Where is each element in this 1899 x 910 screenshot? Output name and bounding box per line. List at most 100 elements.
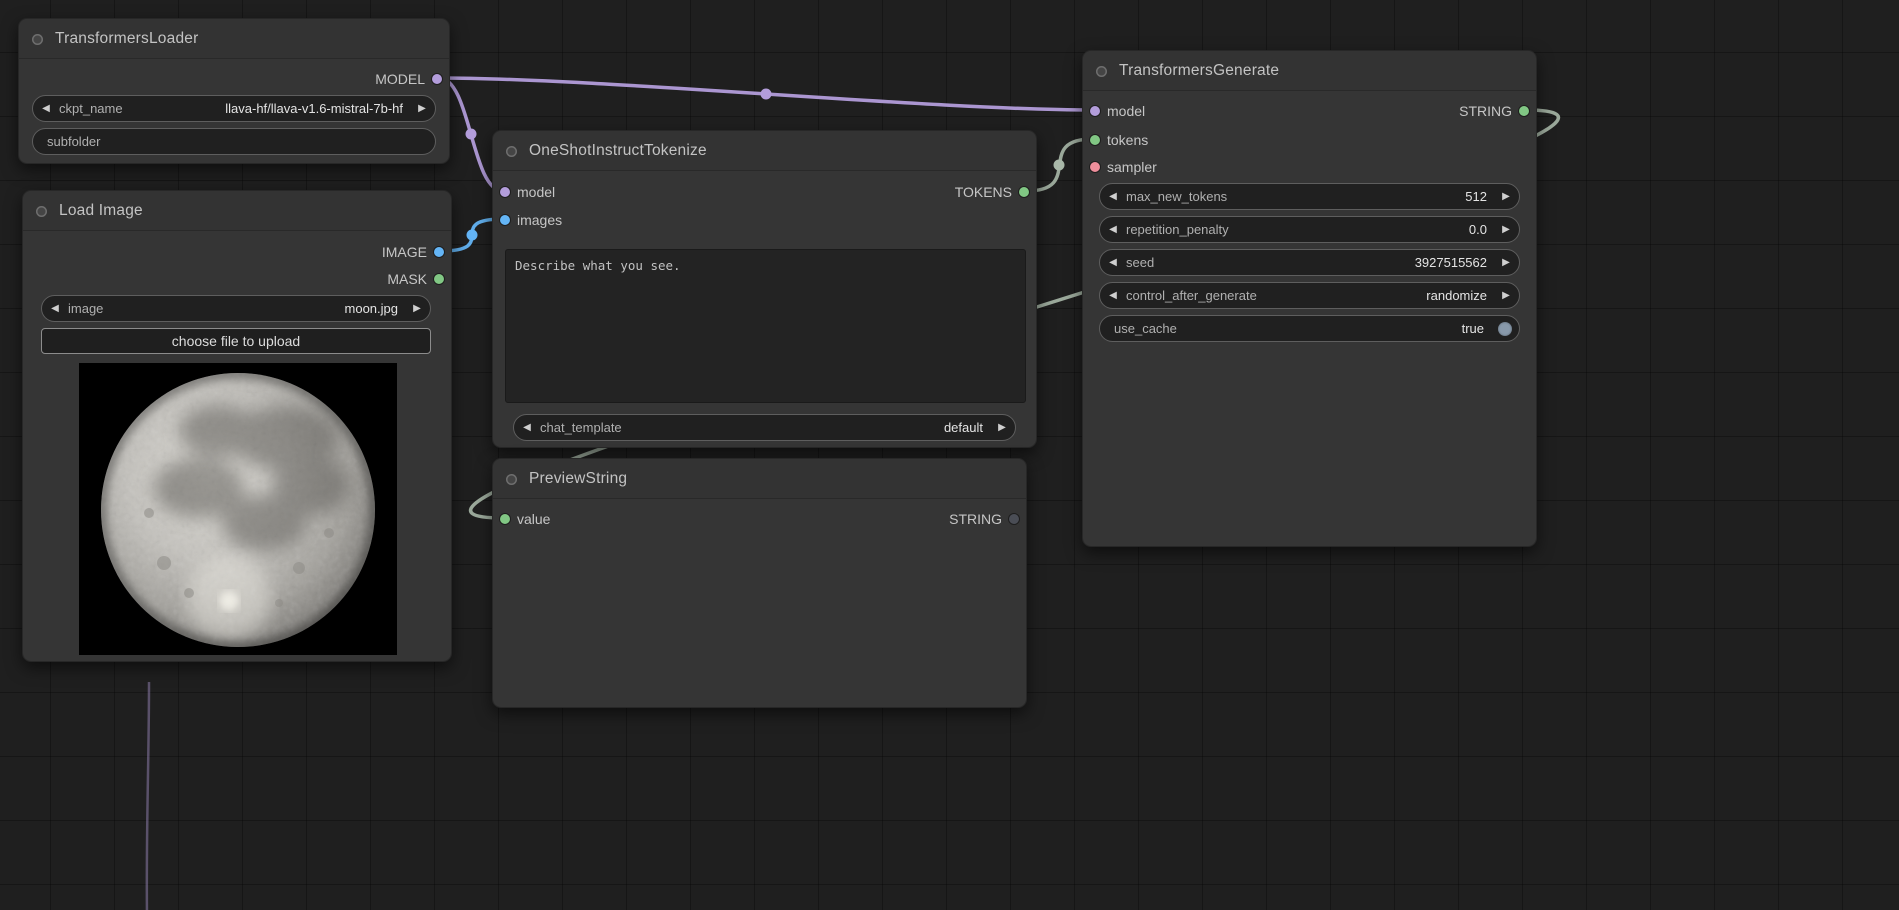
input-dot-model-icon[interactable] bbox=[1090, 106, 1100, 116]
node-transformersloader[interactable]: TransformersLoader MODEL ◀ ckpt_name lla… bbox=[18, 18, 450, 164]
node-title-bar[interactable]: TransformersLoader bbox=[19, 19, 449, 59]
input-slot-tokens: tokens bbox=[1083, 129, 1148, 151]
node-title: TransformersLoader bbox=[55, 30, 198, 47]
output-dot-tokens-icon[interactable] bbox=[1019, 187, 1029, 197]
number-decrement-icon[interactable]: ◀ bbox=[1100, 224, 1126, 235]
widget-name: use_cache bbox=[1114, 321, 1177, 336]
widget-chat-template[interactable]: ◀ chat_template default ▶ bbox=[513, 414, 1016, 441]
output-dot-string-icon[interactable] bbox=[1519, 106, 1529, 116]
output-label-mask: MASK bbox=[387, 271, 427, 287]
widget-repetition-penalty[interactable]: ◀ repetition_penalty 0.0 ▶ bbox=[1099, 216, 1520, 243]
combo-prev-icon[interactable]: ◀ bbox=[1100, 290, 1126, 301]
input-label-value: value bbox=[517, 511, 550, 527]
input-dot-value-icon[interactable] bbox=[500, 514, 510, 524]
widget-value: 3927515562 bbox=[1164, 255, 1487, 270]
node-title-bar[interactable]: TransformersGenerate bbox=[1083, 51, 1536, 91]
widget-subfolder[interactable]: subfolder bbox=[32, 128, 436, 155]
input-label-model: model bbox=[1107, 103, 1145, 119]
link-model-to-generate bbox=[439, 78, 1093, 110]
input-label-sampler: sampler bbox=[1107, 159, 1157, 175]
output-slot-string: STRING bbox=[1459, 100, 1536, 122]
widget-use-cache[interactable]: use_cache true bbox=[1099, 315, 1520, 342]
combo-next-icon[interactable]: ▶ bbox=[989, 422, 1015, 433]
widget-name: max_new_tokens bbox=[1126, 189, 1227, 204]
combo-prev-icon[interactable]: ◀ bbox=[42, 303, 68, 314]
widget-name: seed bbox=[1126, 255, 1154, 270]
input-dot-model-icon[interactable] bbox=[500, 187, 510, 197]
input-slot-value: value bbox=[493, 508, 550, 530]
widget-name: repetition_penalty bbox=[1126, 222, 1229, 237]
input-slot-model: model bbox=[493, 181, 555, 203]
widget-value: true bbox=[1187, 321, 1484, 336]
widget-ckpt-name[interactable]: ◀ ckpt_name llava-hf/llava-v1.6-mistral-… bbox=[32, 95, 436, 122]
number-increment-icon[interactable]: ▶ bbox=[1493, 257, 1519, 268]
prompt-textarea[interactable]: Describe what you see. bbox=[505, 249, 1026, 403]
input-slot-sampler: sampler bbox=[1083, 156, 1157, 178]
node-title-bar[interactable]: Load Image bbox=[23, 191, 451, 231]
widget-seed[interactable]: ◀ seed 3927515562 ▶ bbox=[1099, 249, 1520, 276]
link-midpoint-dot bbox=[1054, 160, 1065, 171]
node-graph-canvas[interactable]: TransformersLoader MODEL ◀ ckpt_name lla… bbox=[0, 0, 1899, 910]
image-preview-frame bbox=[79, 363, 397, 655]
input-label-model: model bbox=[517, 184, 555, 200]
number-decrement-icon[interactable]: ◀ bbox=[1100, 191, 1126, 202]
input-dot-tokens-icon[interactable] bbox=[1090, 135, 1100, 145]
link-offscreen-stray bbox=[147, 682, 149, 910]
input-slot-model: model bbox=[1083, 100, 1145, 122]
node-transformersgenerate[interactable]: TransformersGenerate model STRING tokens… bbox=[1082, 50, 1537, 547]
combo-prev-icon[interactable]: ◀ bbox=[514, 422, 540, 433]
widget-value: 0.0 bbox=[1239, 222, 1487, 237]
input-label-images: images bbox=[517, 212, 562, 228]
output-slot-model: MODEL bbox=[375, 68, 449, 90]
upload-button[interactable]: choose file to upload bbox=[41, 328, 431, 354]
number-decrement-icon[interactable]: ◀ bbox=[1100, 257, 1126, 268]
widget-name: image bbox=[68, 301, 103, 316]
node-title: PreviewString bbox=[529, 470, 627, 487]
link-midpoint-dot bbox=[761, 89, 772, 100]
output-dot-model-icon[interactable] bbox=[432, 74, 442, 84]
input-dot-images-icon[interactable] bbox=[500, 215, 510, 225]
widget-image-select[interactable]: ◀ image moon.jpg ▶ bbox=[41, 295, 431, 322]
collapse-toggle-icon[interactable] bbox=[32, 34, 43, 45]
node-title-bar[interactable]: OneShotInstructTokenize bbox=[493, 131, 1036, 171]
output-slot-image: IMAGE bbox=[382, 241, 451, 263]
widget-value: 512 bbox=[1237, 189, 1487, 204]
output-slot-string: STRING bbox=[949, 508, 1026, 530]
combo-next-icon[interactable]: ▶ bbox=[409, 103, 435, 114]
node-load-image[interactable]: Load Image IMAGE MASK ◀ image moon.jpg ▶… bbox=[22, 190, 452, 662]
input-label-tokens: tokens bbox=[1107, 132, 1148, 148]
upload-button-label: choose file to upload bbox=[172, 333, 300, 349]
widget-name: ckpt_name bbox=[59, 101, 123, 116]
output-label-string: STRING bbox=[1459, 103, 1512, 119]
widget-value: default bbox=[632, 420, 983, 435]
output-slot-tokens: TOKENS bbox=[955, 181, 1036, 203]
widget-name: control_after_generate bbox=[1126, 288, 1257, 303]
number-increment-icon[interactable]: ▶ bbox=[1493, 224, 1519, 235]
combo-next-icon[interactable]: ▶ bbox=[1493, 290, 1519, 301]
number-increment-icon[interactable]: ▶ bbox=[1493, 191, 1519, 202]
collapse-toggle-icon[interactable] bbox=[36, 206, 47, 217]
collapse-toggle-icon[interactable] bbox=[1096, 66, 1107, 77]
toggle-knob-icon[interactable] bbox=[1498, 322, 1512, 336]
collapse-toggle-icon[interactable] bbox=[506, 146, 517, 157]
link-midpoint-dot bbox=[466, 129, 477, 140]
combo-next-icon[interactable]: ▶ bbox=[404, 303, 430, 314]
output-label-model: MODEL bbox=[375, 71, 425, 87]
node-oneshotinstructtokenize[interactable]: OneShotInstructTokenize model images TOK… bbox=[492, 130, 1037, 448]
widget-name: subfolder bbox=[47, 134, 100, 149]
output-label-string: STRING bbox=[949, 511, 1002, 527]
node-title-bar[interactable]: PreviewString bbox=[493, 459, 1026, 499]
widget-control-after-generate[interactable]: ◀ control_after_generate randomize ▶ bbox=[1099, 282, 1520, 309]
node-previewstring[interactable]: PreviewString value STRING bbox=[492, 458, 1027, 708]
output-dot-string-icon[interactable] bbox=[1009, 514, 1019, 524]
output-dot-mask-icon[interactable] bbox=[434, 274, 444, 284]
input-dot-sampler-icon[interactable] bbox=[1090, 162, 1100, 172]
output-dot-image-icon[interactable] bbox=[434, 247, 444, 257]
collapse-toggle-icon[interactable] bbox=[506, 474, 517, 485]
node-title: Load Image bbox=[59, 202, 143, 219]
node-title: OneShotInstructTokenize bbox=[529, 142, 707, 159]
output-label-image: IMAGE bbox=[382, 244, 427, 260]
widget-max-new-tokens[interactable]: ◀ max_new_tokens 512 ▶ bbox=[1099, 183, 1520, 210]
combo-prev-icon[interactable]: ◀ bbox=[33, 103, 59, 114]
moon-image bbox=[79, 363, 397, 655]
